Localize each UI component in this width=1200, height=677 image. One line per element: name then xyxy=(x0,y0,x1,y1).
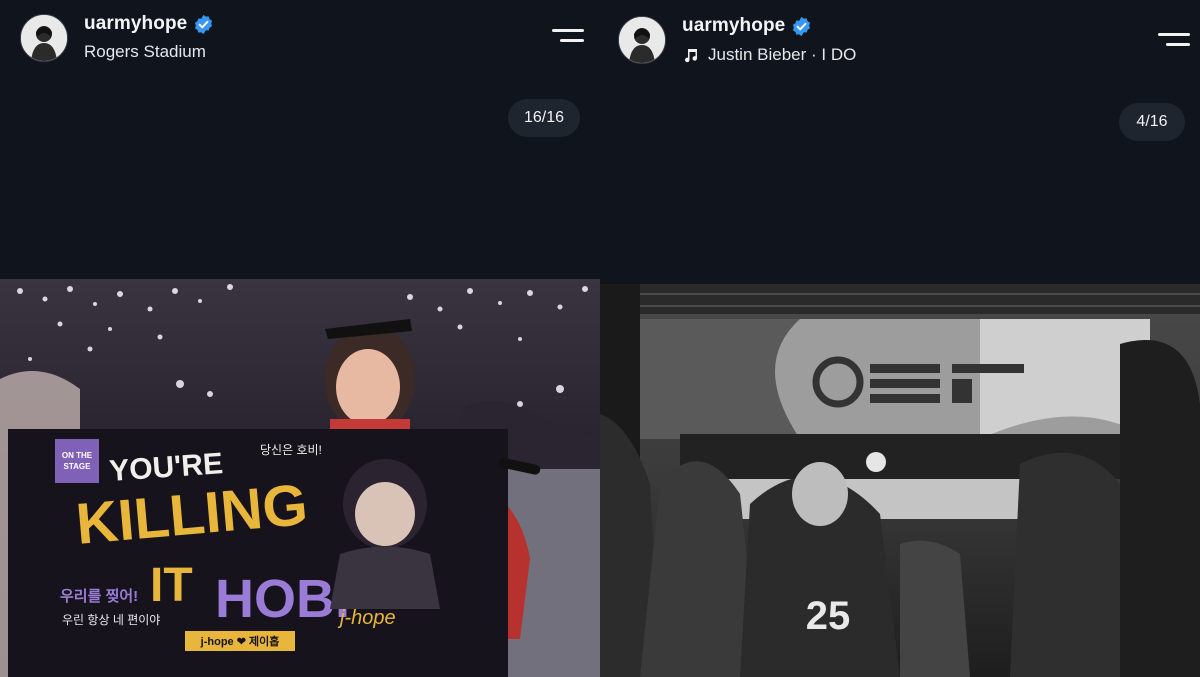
story-header: uarmyhope Justin Bieber · I DO xyxy=(600,0,1200,80)
banner-line4: HOBI xyxy=(215,569,350,629)
story-panel-left: uarmyhope Rogers Stadium 16/16 ON THE ST… xyxy=(0,0,600,677)
music-link[interactable]: Justin Bieber · I DO xyxy=(682,45,856,65)
menu-icon[interactable] xyxy=(1156,30,1190,52)
verified-badge-icon xyxy=(793,16,811,36)
svg-text:STAGE: STAGE xyxy=(64,462,92,471)
profile-avatar[interactable] xyxy=(20,14,68,62)
svg-text:ON THE: ON THE xyxy=(62,451,93,460)
photo-counter: 4/16 xyxy=(1119,103,1185,141)
concert-photo-fan-banner: ON THE STAGE YOU'RE KILLING IT HOBI 우리를 … xyxy=(0,279,600,677)
concert-photo-stage: 25 xyxy=(600,284,1200,677)
music-label: Justin Bieber · I DO xyxy=(708,45,857,64)
menu-icon[interactable] xyxy=(550,26,584,48)
banner-line3: IT xyxy=(150,559,193,612)
location-link[interactable]: Rogers Stadium xyxy=(84,42,206,62)
banner-signature: j-hope xyxy=(337,607,396,629)
verified-badge-icon xyxy=(195,14,213,34)
jersey-number: 25 xyxy=(806,594,851,638)
banner-korean-top: 당신은 호비! xyxy=(260,443,322,457)
photo-counter: 16/16 xyxy=(508,99,580,137)
banner-footer: j-hope ❤ 제이홉 xyxy=(200,634,280,648)
profile-avatar[interactable] xyxy=(618,16,666,64)
location-label: Rogers Stadium xyxy=(84,42,206,61)
username[interactable]: uarmyhope xyxy=(682,15,785,37)
banner-korean-mid: 우리를 찢어! xyxy=(60,587,138,605)
music-note-icon xyxy=(685,49,698,63)
story-panel-right: uarmyhope Justin Bieber · I DO 4/16 25 xyxy=(600,0,1200,677)
username[interactable]: uarmyhope xyxy=(84,13,187,35)
banner-korean-bottom: 우린 항상 네 편이야 xyxy=(62,613,160,627)
story-header: uarmyhope Rogers Stadium xyxy=(0,0,600,80)
